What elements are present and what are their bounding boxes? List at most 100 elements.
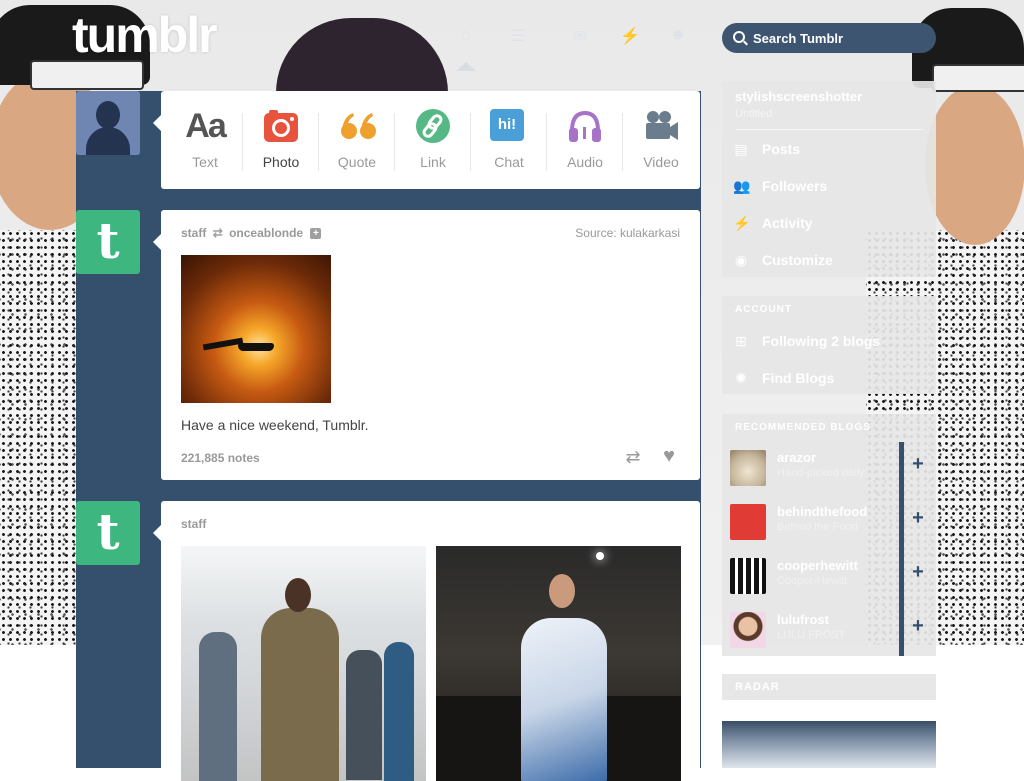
post-meta: staff	[181, 517, 206, 531]
customize-icon: ◉	[734, 252, 748, 268]
photo-light	[596, 552, 604, 560]
radar-title: RADAR	[735, 681, 780, 693]
post-notes[interactable]: 221,885 notes	[181, 451, 260, 465]
sidebar-item-find-blogs[interactable]: ✺ Find Blogs	[722, 360, 936, 396]
post-photo[interactable]	[436, 546, 681, 781]
post-type-quote[interactable]: Quote	[319, 91, 395, 189]
blog-name[interactable]: stylishscreenshotter	[735, 89, 862, 104]
photo-model-coat	[261, 608, 339, 781]
post-avatar-staff[interactable]: t	[76, 210, 140, 274]
inbox-icon[interactable]: ☰	[508, 26, 528, 45]
chat-icon: hi!	[490, 109, 524, 141]
recommended-blog-name[interactable]: lulufrost	[777, 612, 829, 627]
post-type-audio-label: Audio	[567, 154, 603, 170]
home-icon[interactable]: ⌂	[456, 26, 476, 43]
background-visor-right	[932, 64, 1024, 92]
sidebar-item-label: Following 2 blogs	[762, 333, 881, 349]
reblog-icon: ⇄	[212, 226, 223, 240]
post-type-text-label: Text	[192, 154, 218, 170]
post-avatar-staff[interactable]: t	[76, 501, 140, 565]
avatar-shoulders	[86, 127, 130, 155]
photo-model-outfit	[521, 618, 607, 781]
sidebar-item-label: Posts	[762, 141, 801, 157]
sidebar-item-followers[interactable]: 👥 Followers	[722, 168, 936, 204]
divider	[735, 129, 923, 130]
follow-plus-icon[interactable]: +	[908, 508, 928, 528]
post-author[interactable]: staff	[181, 226, 206, 240]
find-blogs-icon: ✺	[735, 370, 747, 386]
search-input[interactable]: Search Tumblr	[722, 23, 936, 53]
post-type-chat[interactable]: hi! Chat	[471, 91, 547, 189]
post-type-video-label: Video	[643, 154, 679, 170]
follow-plus-icon[interactable]: +	[908, 454, 928, 474]
recommended-scroll-rail	[899, 442, 904, 656]
reblogged-from[interactable]: onceablonde	[229, 226, 303, 240]
account-title: ACCOUNT	[735, 304, 792, 315]
sidebar-item-label: Followers	[762, 178, 828, 194]
post-card: staff	[153, 501, 700, 781]
sidebar-item-following[interactable]: ⊞ Following 2 blogs	[722, 323, 936, 359]
blog-avatar	[730, 612, 766, 648]
photo-model-head	[549, 574, 575, 608]
tumblr-logo[interactable]: tumblr	[72, 6, 218, 64]
follow-plus-icon[interactable]: +	[908, 616, 928, 636]
recommended-blog-name[interactable]: arazor	[777, 450, 816, 465]
post-type-bar: Aa Text Photo Quote Link hi! Chat Audio …	[153, 91, 700, 189]
following-icon: ⊞	[735, 333, 747, 349]
followers-icon: 👥	[733, 178, 751, 194]
follow-plus-icon[interactable]: +	[310, 228, 322, 240]
user-avatar[interactable]	[76, 91, 140, 155]
post-source-link[interactable]: kulakarkasi	[620, 226, 680, 240]
post-photo[interactable]	[181, 255, 331, 403]
photo-model-head	[285, 578, 311, 612]
radar-image[interactable]	[722, 721, 936, 768]
photo-attendee	[346, 650, 382, 780]
posts-icon: ▤	[734, 141, 748, 157]
search-placeholder: Search Tumblr	[753, 31, 844, 46]
photo-sunglasses	[238, 343, 274, 351]
recommended-title: RECOMMENDED BLOGS	[735, 422, 871, 433]
background-visor-left	[30, 60, 144, 90]
photo-icon	[263, 109, 299, 143]
avatar-head	[96, 101, 120, 129]
post-meta: staff ⇄ onceablonde +	[181, 226, 322, 240]
recommended-blog-name[interactable]: behindthefood	[777, 504, 867, 519]
post-type-link[interactable]: Link	[395, 91, 471, 189]
background-cap-center	[276, 18, 448, 93]
post-author[interactable]: staff	[181, 517, 206, 531]
sidebar-blog-panel: stylishscreenshotter Untitled ▤ Posts 👥 …	[722, 81, 936, 277]
account-icon[interactable]: ☻	[668, 26, 688, 43]
sidebar-item-posts[interactable]: ▤ Posts	[722, 131, 936, 167]
recommended-blog-name[interactable]: cooperhewitt	[777, 558, 858, 573]
background-face-right	[925, 85, 1024, 245]
messages-icon[interactable]: ✉	[570, 26, 590, 45]
post-type-video[interactable]: Video	[623, 91, 699, 189]
like-heart-icon[interactable]: ♥	[658, 446, 680, 466]
follow-plus-icon[interactable]: +	[908, 562, 928, 582]
recommended-blog-sub: Behind the Food	[777, 521, 858, 533]
sidebar-item-label: Customize	[762, 252, 833, 268]
post-source: Source: kulakarkasi	[575, 226, 680, 240]
activity-icon: ⚡	[733, 215, 751, 231]
post-type-photo[interactable]: Photo	[243, 91, 319, 189]
post-type-photo-label: Photo	[262, 154, 300, 170]
post-source-label: Source:	[575, 226, 617, 240]
blog-avatar	[730, 450, 766, 486]
video-icon	[643, 109, 679, 143]
activity-icon[interactable]: ⚡	[620, 26, 640, 45]
reblog-button[interactable]: ⇄	[622, 448, 644, 466]
recommended-blog-sub: Hand-picked daily	[777, 467, 865, 479]
blog-subtitle: Untitled	[735, 108, 773, 120]
post-caption: Have a nice weekend, Tumblr.	[181, 417, 369, 433]
blog-avatar	[730, 504, 766, 540]
search-icon	[733, 31, 745, 43]
radar-header: RADAR	[722, 674, 936, 700]
post-photo[interactable]	[181, 546, 426, 781]
sidebar-item-customize[interactable]: ◉ Customize	[722, 242, 936, 278]
quote-icon	[339, 109, 376, 143]
sidebar-item-activity[interactable]: ⚡ Activity	[722, 205, 936, 241]
post-type-audio[interactable]: Audio	[547, 91, 623, 189]
post-type-text[interactable]: Aa Text	[167, 91, 243, 189]
recommended-blog-sub: LULU FROST	[777, 629, 846, 641]
recommended-blog-sub: Cooper-Hewitt	[777, 575, 848, 587]
